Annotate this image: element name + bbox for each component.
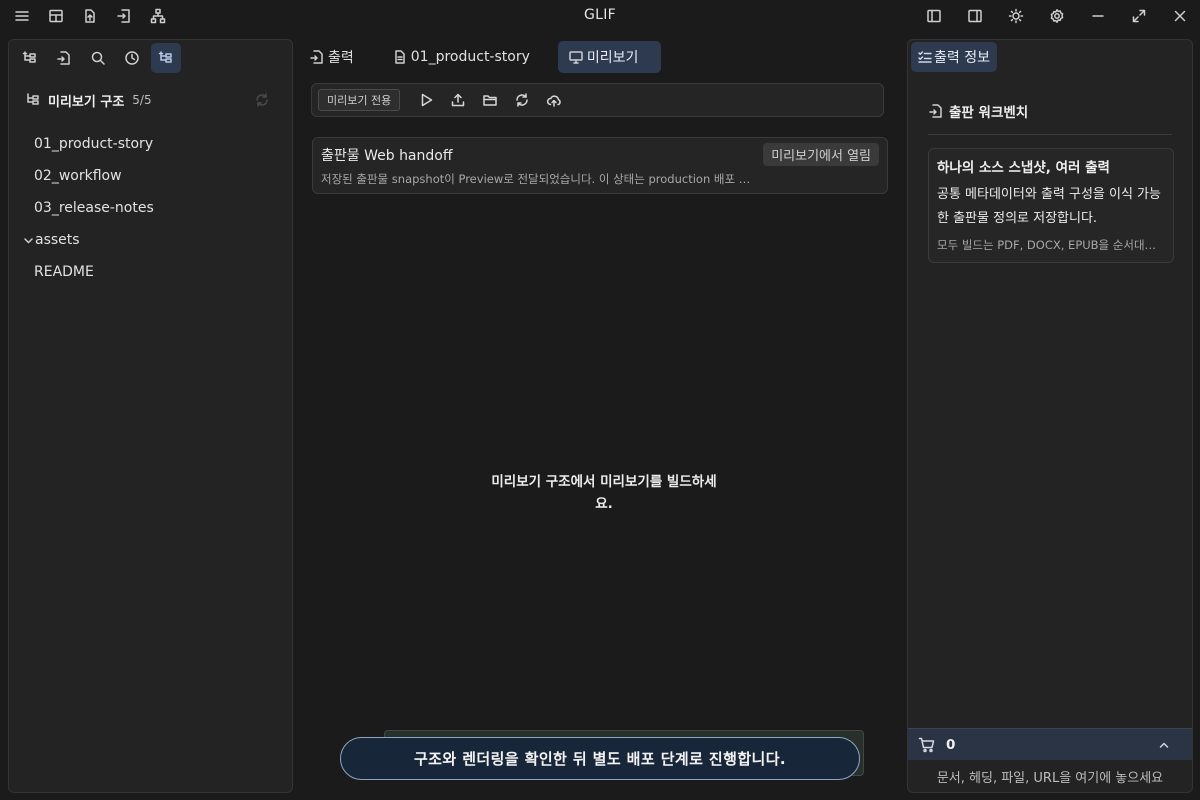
left-sidebar: 미리보기 구조 5/5 01_product-story 02_workflow… <box>8 39 293 793</box>
right-sidebar: 출력 정보 출판 워크벤치 하나의 소스 스냅샷, 여러 출력 공통 메타데이터… <box>907 39 1193 793</box>
tree-item-label: 02_workflow <box>34 168 122 184</box>
sign-in-icon[interactable] <box>110 4 138 28</box>
minimize-icon[interactable] <box>1084 4 1112 28</box>
workbench-info-card: 하나의 소스 스냅샷, 여러 출력 공통 메타데이터와 출력 구성을 이식 가능… <box>928 148 1174 263</box>
main-content: 출력 01_product-story 미리보기 미리보기 전용 출판물 Web… <box>299 39 900 793</box>
tree-item-product-story[interactable]: 01_product-story <box>9 128 292 160</box>
tree-item-workflow[interactable]: 02_workflow <box>9 160 292 192</box>
left-toolbar <box>15 43 181 73</box>
history-clock-icon[interactable] <box>117 43 147 73</box>
play-icon[interactable] <box>410 86 442 114</box>
web-handoff-card[interactable]: 출판물 Web handoff 미리보기에서 열림 저장된 출판물 snapsh… <box>312 137 888 194</box>
preview-only-chip: 미리보기 전용 <box>318 89 401 111</box>
checklist-icon <box>917 49 933 65</box>
tree-item-label: README <box>34 264 94 280</box>
sidebar-right-icon[interactable] <box>961 4 989 28</box>
cart-icon <box>918 736 936 754</box>
tab-output[interactable]: 출력 <box>299 41 364 73</box>
handoff-title: 출판물 Web handoff <box>321 148 453 164</box>
info-card-body: 공통 메타데이터와 출력 구성을 이식 가능한 출판물 정의로 저장합니다. <box>937 187 1161 226</box>
titlebar-right-tools <box>920 4 1194 28</box>
folder-open-icon[interactable] <box>474 86 506 114</box>
close-icon[interactable] <box>1166 4 1194 28</box>
refresh-icon[interactable] <box>253 91 271 109</box>
workbench-title: 출판 워크벤치 <box>949 105 1029 121</box>
theme-sun-icon[interactable] <box>1002 4 1030 28</box>
document-icon <box>392 49 408 65</box>
tree-item-readme[interactable]: README <box>9 256 292 288</box>
tree-item-label: assets <box>35 232 80 248</box>
gear-icon[interactable] <box>1043 4 1071 28</box>
tab-label: 미리보기 <box>586 50 639 66</box>
divider <box>928 134 1172 135</box>
tab-preview[interactable]: 미리보기 <box>557 41 661 73</box>
file-export-icon[interactable] <box>76 4 104 28</box>
tree-structure-icon[interactable] <box>15 43 45 73</box>
search-icon[interactable] <box>83 43 113 73</box>
preview-action-bar: 미리보기 전용 <box>311 83 884 117</box>
export-icon[interactable] <box>49 43 79 73</box>
sidebar-left-icon[interactable] <box>920 4 948 28</box>
publish-workbench-header: 출판 워크벤치 <box>928 100 1172 122</box>
maximize-icon[interactable] <box>1125 4 1153 28</box>
monitor-icon <box>568 49 584 65</box>
open-in-preview-badge[interactable]: 미리보기에서 열림 <box>763 143 879 166</box>
title-bar: GLIF <box>0 0 1200 33</box>
upload-icon[interactable] <box>442 86 474 114</box>
tree-structure-active-icon[interactable] <box>151 43 181 73</box>
tab-label: 01_product-story <box>410 49 530 65</box>
structure-title: 미리보기 구조 <box>48 94 125 110</box>
titlebar-left-tools <box>8 4 172 28</box>
preview-structure-header: 미리보기 구조 5/5 <box>24 90 277 110</box>
handoff-description: 저장된 출판물 snapshot이 Preview로 전달되었습니다. 이 상태… <box>321 172 751 186</box>
tab-product-story[interactable]: 01_product-story <box>382 41 540 73</box>
sitemap-icon[interactable] <box>144 4 172 28</box>
chevron-up-icon[interactable] <box>1158 739 1170 751</box>
info-card-footer: 모두 빌드는 PDF, DOCX, EPUB을 순서대로 실행합니다. <box>937 238 1165 252</box>
editor-tabs: 출력 01_product-story 미리보기 <box>299 41 679 73</box>
export-icon <box>928 103 944 119</box>
tree-item-label: 01_product-story <box>34 136 154 152</box>
tree-structure-icon <box>24 91 42 109</box>
cart-bar[interactable]: 0 <box>908 728 1192 760</box>
tree-folder-assets[interactable]: assets <box>9 224 292 256</box>
info-card-title: 하나의 소스 스냅샷, 여러 출력 <box>937 160 1110 176</box>
structure-tree: 01_product-story 02_workflow 03_release-… <box>9 128 292 288</box>
menu-icon[interactable] <box>8 4 36 28</box>
layout-icon[interactable] <box>42 4 70 28</box>
toast-notification: 구조와 렌더링을 확인한 뒤 별도 배포 단계로 진행합니다. <box>340 737 860 780</box>
tree-item-label: 03_release-notes <box>34 200 154 216</box>
tab-label: 출력 정보 <box>934 50 990 66</box>
tree-item-release-notes[interactable]: 03_release-notes <box>9 192 292 224</box>
tab-output-info[interactable]: 출력 정보 <box>911 42 997 72</box>
structure-count: 5/5 <box>132 93 152 107</box>
tab-label: 출력 <box>328 50 354 66</box>
drop-zone[interactable]: 문서, 헤딩, 파일, URL을 여기에 놓으세요 <box>908 760 1192 792</box>
refresh-icon[interactable] <box>506 86 538 114</box>
cloud-upload-icon[interactable] <box>538 86 570 114</box>
cart-count: 0 <box>946 736 956 753</box>
export-icon <box>309 49 325 65</box>
empty-state-message: 미리보기 구조에서 미리보기를 빌드하세요. <box>491 474 717 512</box>
chevron-down-icon[interactable] <box>23 235 34 246</box>
